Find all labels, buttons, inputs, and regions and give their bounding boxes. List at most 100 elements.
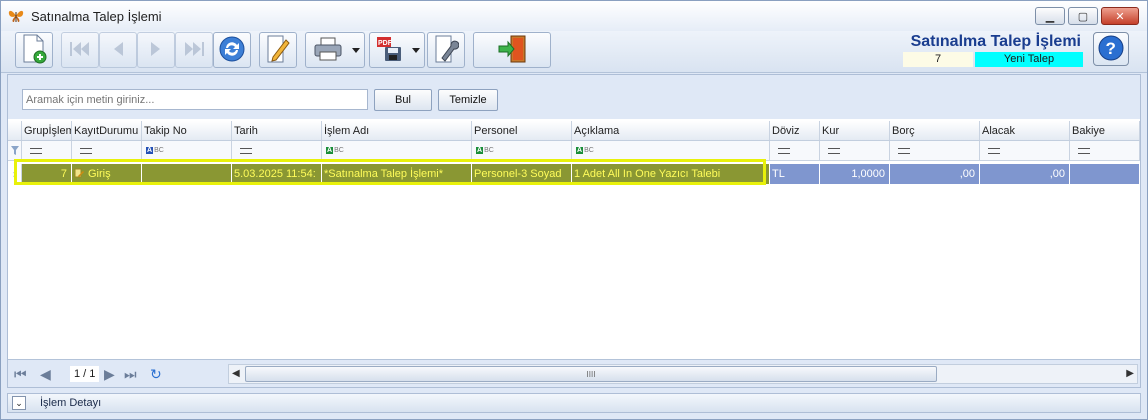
refresh-icon (218, 35, 246, 66)
table-row[interactable]: › 7 Giriş 5.03.2025 11:54: *Satınalma Ta… (8, 164, 1140, 184)
edit-pencil-icon (265, 34, 291, 67)
help-button[interactable]: ? (1093, 32, 1129, 66)
column-header-alacak[interactable]: Alacak (980, 121, 1070, 140)
close-icon[interactable]: ✕ (1101, 7, 1139, 25)
previous-record-button[interactable] (99, 32, 137, 68)
cell-personel[interactable]: Personel-3 Soyad (472, 164, 572, 184)
cell-aciklama[interactable]: 1 Adet All In One Yazıcı Talebi (572, 164, 770, 184)
text-filter-icon: A BC (476, 147, 494, 154)
export-dropdown-icon[interactable] (412, 48, 420, 53)
expand-icon[interactable]: ⌄ (12, 396, 26, 410)
status-text: Giriş (88, 168, 111, 180)
cell-alacak[interactable]: ,00 (980, 164, 1070, 184)
nav-next-icon[interactable]: ▶ (104, 366, 115, 383)
cell-bakiye[interactable] (1070, 164, 1140, 184)
print-dropdown-icon[interactable] (352, 48, 360, 53)
wrench-icon (433, 34, 460, 67)
first-record-button[interactable] (61, 32, 99, 68)
last-icon (182, 40, 206, 61)
nav-first-icon[interactable]: ⏮ (14, 366, 27, 383)
filter-cell[interactable]: A BC (472, 141, 572, 160)
text-filter-icon: A BC (576, 147, 594, 154)
equals-icon (80, 147, 92, 154)
filter-cell[interactable] (72, 141, 142, 160)
search-input[interactable] (22, 89, 368, 110)
filter-cell[interactable] (1070, 141, 1140, 160)
exit-door-icon (497, 34, 527, 67)
svg-text:?: ? (1106, 39, 1116, 58)
cell-grup[interactable]: 7 (22, 164, 72, 184)
detail-panel-header[interactable]: ⌄ İşlem Detayı (7, 393, 1141, 413)
nav-previous-icon[interactable]: ◀ (40, 366, 51, 383)
filter-cell[interactable] (890, 141, 980, 160)
column-header-islem-adi[interactable]: İşlem Adı (322, 121, 472, 140)
search-bar: Bul Temizle (8, 75, 1140, 119)
filter-cell[interactable] (22, 141, 72, 160)
window-title: Satınalma Talep İşlemi (31, 8, 162, 24)
export-pdf-button[interactable]: PDF (369, 32, 425, 68)
column-header-bakiye[interactable]: Bakiye (1070, 121, 1140, 140)
help-icon: ? (1097, 34, 1125, 65)
column-header-aciklama[interactable]: Açıklama (572, 121, 770, 140)
cell-doviz[interactable]: TL (770, 164, 820, 184)
page-indicator: 1 / 1 (70, 366, 100, 382)
cell-borc[interactable]: ,00 (890, 164, 980, 184)
filter-row: A BC A BC A BC A BC (8, 141, 1140, 161)
exit-button[interactable] (473, 32, 551, 68)
find-button[interactable]: Bul (374, 89, 432, 111)
text-filter-icon: A BC (326, 147, 344, 154)
filter-cell[interactable] (770, 141, 820, 160)
column-header-doviz[interactable]: Döviz (770, 121, 820, 140)
record-number: 7 (903, 52, 973, 67)
row-selector-icon[interactable]: › (8, 164, 22, 184)
data-grid: GrupİşlemNo KayıtDurumu Takip No Tarih İ… (8, 121, 1140, 357)
cell-kayit-durumu[interactable]: Giriş (72, 164, 142, 184)
next-record-button[interactable] (137, 32, 175, 68)
filter-cell[interactable] (820, 141, 890, 160)
equals-icon (778, 147, 790, 154)
pdf-save-icon: PDF (375, 35, 405, 66)
scroll-thumb[interactable]: IIII (245, 366, 937, 382)
print-button[interactable] (305, 32, 365, 68)
filter-cell[interactable] (980, 141, 1070, 160)
column-header-kur[interactable]: Kur (820, 121, 890, 140)
maximize-icon[interactable]: ▢ (1068, 7, 1098, 25)
window-controls: ▁ ▢ ✕ (1035, 7, 1139, 25)
column-header-tarih[interactable]: Tarih (232, 121, 322, 140)
butterfly-icon (7, 7, 25, 25)
application-window: Satınalma Talep İşlemi ▁ ▢ ✕ PDF Satınal… (0, 0, 1148, 420)
cell-islem-adi[interactable]: *Satınalma Talep İşlemi* (322, 164, 472, 184)
column-header-grup[interactable]: GrupİşlemNo (22, 121, 72, 140)
column-header-borc[interactable]: Borç (890, 121, 980, 140)
column-header-kayit-durumu[interactable]: KayıtDurumu (72, 121, 142, 140)
cell-kur[interactable]: 1,0000 (820, 164, 890, 184)
settings-button[interactable] (427, 32, 465, 68)
cell-tarih[interactable]: 5.03.2025 11:54: (232, 164, 322, 184)
scroll-left-icon[interactable]: ◀ (232, 368, 240, 379)
filter-cell[interactable]: A BC (142, 141, 232, 160)
cell-takip-no[interactable] (142, 164, 232, 184)
grid-header: GrupİşlemNo KayıtDurumu Takip No Tarih İ… (8, 121, 1140, 141)
minimize-icon[interactable]: ▁ (1035, 7, 1065, 25)
previous-icon (110, 40, 126, 61)
refresh-button[interactable] (213, 32, 251, 68)
new-document-plus-icon (21, 34, 47, 67)
nav-refresh-icon[interactable]: ↻ (150, 366, 162, 383)
column-header-takip-no[interactable]: Takip No (142, 121, 232, 140)
title-bar: Satınalma Talep İşlemi ▁ ▢ ✕ (1, 1, 1147, 31)
column-header-personel[interactable]: Personel (472, 121, 572, 140)
last-record-button[interactable] (175, 32, 213, 68)
nav-last-icon[interactable]: ⏭ (124, 366, 137, 383)
equals-icon (240, 147, 252, 154)
filter-cell[interactable]: A BC (572, 141, 770, 160)
new-record-button[interactable] (15, 32, 53, 68)
text-filter-icon: A BC (146, 147, 164, 154)
filter-cell[interactable]: A BC (322, 141, 472, 160)
svg-text:PDF: PDF (378, 40, 393, 47)
filter-cell[interactable] (232, 141, 322, 160)
horizontal-scrollbar[interactable]: ◀ IIII ▶ (228, 364, 1138, 384)
filter-icon (8, 141, 22, 160)
scroll-right-icon[interactable]: ▶ (1126, 368, 1134, 379)
edit-button[interactable] (259, 32, 297, 68)
clear-button[interactable]: Temizle (438, 89, 498, 111)
